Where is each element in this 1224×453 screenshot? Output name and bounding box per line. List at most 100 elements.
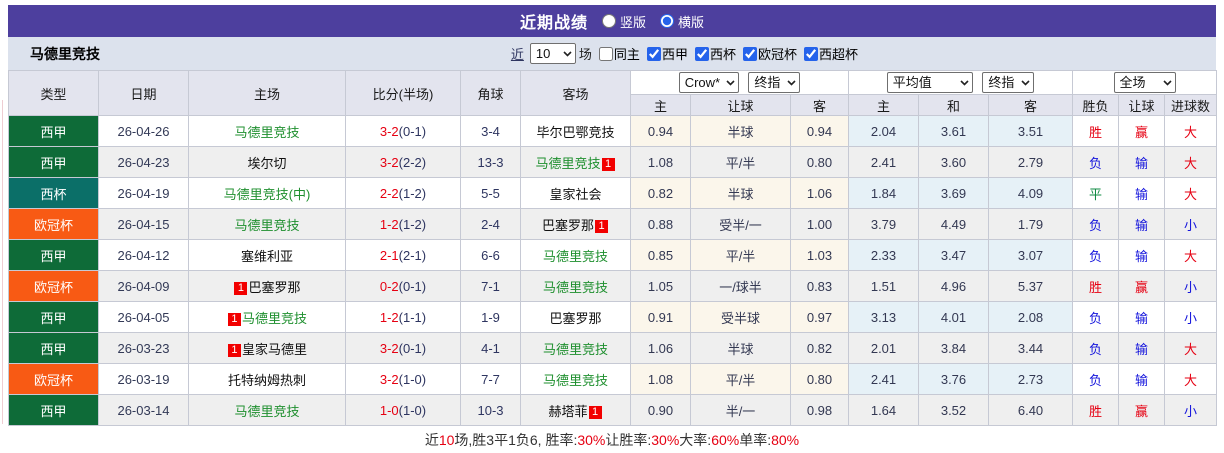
stat-value: 80% <box>771 431 800 448</box>
away-team-cell: 巴塞罗那 1 <box>520 208 631 240</box>
handicap-away-odds: 0.80 <box>790 146 849 178</box>
team-name: 毕尔巴鄂竞技 <box>536 124 615 140</box>
same-home-filter[interactable]: 同主 <box>595 44 640 63</box>
date-cell: 26-04-19 <box>98 177 189 209</box>
team-name: 巴塞罗那 <box>549 310 602 326</box>
bookmaker-select-wrap: Crow* <box>678 72 739 93</box>
league-badge: 西甲 <box>8 301 99 333</box>
average-stage-select[interactable]: 终指 <box>982 72 1035 93</box>
league-checkbox-laliga[interactable] <box>646 46 661 61</box>
layout-option-vertical[interactable]: 竖版 <box>601 12 646 31</box>
same-home-checkbox[interactable] <box>598 46 613 61</box>
horizontal-radio-label: 横版 <box>678 14 705 30</box>
league-filter-laliga[interactable]: 西甲 <box>643 44 688 63</box>
corners-cell: 6-6 <box>460 239 521 271</box>
home-team-cell: 托特纳姆热刺 <box>188 363 346 395</box>
avg-home-odds: 2.01 <box>848 332 919 364</box>
col-header-home: 主场 <box>188 70 346 116</box>
result-handicap: 输 <box>1118 239 1166 271</box>
result-winloss: 负 <box>1072 146 1120 178</box>
result-winloss: 负 <box>1072 363 1120 395</box>
away-team-cell: 马德里竞技 <box>520 239 631 271</box>
team-name: 巴塞罗那 <box>541 217 594 233</box>
avg-draw-odds: 3.52 <box>918 394 989 426</box>
result-handicap: 输 <box>1118 332 1166 364</box>
bookmaker-select[interactable]: Crow* <box>678 72 739 93</box>
result-handicap: 输 <box>1118 301 1166 333</box>
result-goals: 小 <box>1164 270 1218 302</box>
home-team-cell: 马德里竞技 <box>188 115 346 147</box>
result-winloss: 负 <box>1072 208 1120 240</box>
league-badge: 西甲 <box>8 394 99 426</box>
halftime-score: (2-1) <box>398 247 427 263</box>
league-checkbox-ucl[interactable] <box>742 46 757 61</box>
result-winloss: 胜 <box>1072 115 1120 147</box>
league-badge: 欧冠杯 <box>8 208 99 240</box>
result-goals: 小 <box>1164 394 1218 426</box>
handicap-line: 半球 <box>690 332 791 364</box>
league-badge: 西甲 <box>8 115 99 147</box>
table-row: 西甲 26-04-23 埃尔切 3-2(2-2) 13-3 马德里竞技 1 1.08 平/半 0.… <box>8 146 1218 178</box>
fulltime-score: 1-0 <box>379 402 399 418</box>
handicap-away-odds: 0.98 <box>790 394 849 426</box>
handicap-home-odds: 0.94 <box>630 115 691 147</box>
handicap-home-odds: 0.90 <box>630 394 691 426</box>
league-checkbox-supercopa[interactable] <box>803 46 818 61</box>
avg-away-odds: 2.08 <box>987 301 1074 333</box>
halftime-score: (0-1) <box>398 123 427 139</box>
result-goals: 大 <box>1164 239 1218 271</box>
scope-select[interactable]: 全场 <box>1113 72 1176 93</box>
table-row: 西甲 26-04-05 1 马德里竞技 1-2(1-1) 1-9 巴塞罗那 0.91 受半球 0.… <box>8 301 1218 333</box>
score-cell: 2-2(1-2) <box>345 177 461 209</box>
stat-label: 场,胜3平1负6, 胜率: <box>454 431 578 448</box>
halftime-score: (1-0) <box>398 402 427 418</box>
league-badge: 西甲 <box>8 239 99 271</box>
average-select[interactable]: 平均值 <box>886 72 973 93</box>
table-row: 西甲 26-04-12 塞维利亚 2-1(2-1) 6-6 马德里竞技 0.85 平/半 1.0… <box>8 239 1218 271</box>
average-select-wrap: 平均值 <box>886 72 973 93</box>
corners-cell: 13-3 <box>460 146 521 178</box>
subheader-handicap-line: 让球 <box>690 94 791 116</box>
avg-draw-odds: 3.61 <box>918 115 989 147</box>
vertical-radio[interactable] <box>601 14 616 28</box>
stat-label: 近 <box>424 431 439 448</box>
results-table: 类型 日期 主场 比分(半场) 角球 客场 Crow* 终指 平均值 终指 全场… <box>8 70 1218 426</box>
team-name: 马德里竞技 <box>234 217 300 233</box>
avg-home-odds: 1.64 <box>848 394 919 426</box>
avg-home-odds: 2.41 <box>848 146 919 178</box>
stat-value: 30% <box>651 431 680 448</box>
subheader-avg-home: 主 <box>848 94 919 116</box>
league-filter-copa[interactable]: 西杯 <box>691 44 736 63</box>
team-title: 马德里竞技 <box>30 45 100 62</box>
layout-option-horizontal[interactable]: 横版 <box>660 12 704 31</box>
handicap-home-odds: 1.06 <box>630 332 691 364</box>
league-filter-supercopa[interactable]: 西超杯 <box>800 44 858 63</box>
bookmaker-stage-select[interactable]: 终指 <box>748 72 801 93</box>
recent-games-link[interactable]: 近 <box>511 44 524 63</box>
title-bar: 近期战绩 竖版 横版 <box>8 5 1216 37</box>
avg-draw-odds: 3.84 <box>918 332 989 364</box>
home-team-cell: 埃尔切 <box>188 146 346 178</box>
table-row: 欧冠杯 26-03-19 托特纳姆热刺 3-2(1-0) 7-7 马德里竞技 1.08 平/半… <box>8 363 1218 395</box>
handicap-line: 平/半 <box>690 239 791 271</box>
league-filter-ucl[interactable]: 欧冠杯 <box>739 44 797 63</box>
handicap-away-odds: 0.94 <box>790 115 849 147</box>
handicap-away-odds: 1.06 <box>790 177 849 209</box>
avg-home-odds: 1.84 <box>848 177 919 209</box>
avg-away-odds: 2.73 <box>987 363 1074 395</box>
red-number-badge: 1 <box>227 343 241 357</box>
handicap-away-odds: 0.97 <box>790 301 849 333</box>
recent-count-select[interactable]: 10 <box>529 43 576 64</box>
home-team-cell: 马德里竞技(中) <box>188 177 346 209</box>
team-name: 巴塞罗那 <box>248 279 301 295</box>
horizontal-radio[interactable] <box>660 14 674 28</box>
result-goals: 小 <box>1164 301 1218 333</box>
score-cell: 3-2(0-1) <box>345 332 461 364</box>
result-handicap: 赢 <box>1118 115 1166 147</box>
league-checkbox-copa[interactable] <box>694 46 709 61</box>
panel-title: 近期战绩 <box>519 15 588 32</box>
avg-away-odds: 3.07 <box>987 239 1074 271</box>
date-cell: 26-04-23 <box>98 146 189 178</box>
summary-line: 近 10 场,胜3平1负6, 胜率: 30% 让胜率: 30% 大率: 60% 单率: 80… <box>8 426 1216 453</box>
date-cell: 26-04-12 <box>98 239 189 271</box>
